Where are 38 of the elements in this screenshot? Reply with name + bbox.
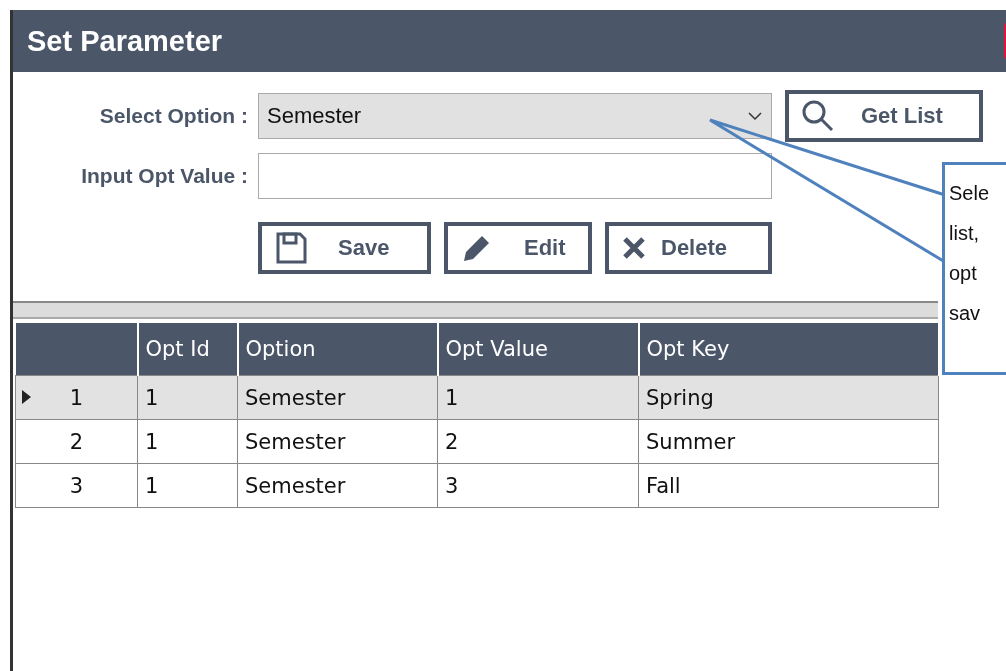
table-cell: Summer xyxy=(638,419,939,464)
table-cell: 3 xyxy=(437,463,639,508)
x-icon xyxy=(621,235,647,261)
column-header[interactable] xyxy=(15,323,138,376)
input-value-label: Input Opt Value : xyxy=(80,164,248,188)
row-number: 1 xyxy=(15,375,138,420)
column-header[interactable]: Opt Key xyxy=(638,323,939,376)
table-row[interactable]: 1 1 Semester 1 Spring xyxy=(15,375,939,420)
caret-icon xyxy=(747,111,763,121)
table-row[interactable]: 2 1 Semester 2 Summer xyxy=(15,419,939,464)
option-dropdown[interactable]: Semester xyxy=(258,93,772,139)
column-header[interactable]: Option xyxy=(237,323,438,376)
edit-button[interactable]: Edit xyxy=(444,222,592,274)
table-cell: 1 xyxy=(137,463,238,508)
row-number: 3 xyxy=(15,463,138,508)
table-cell: 1 xyxy=(137,375,238,420)
table-cell: 1 xyxy=(437,375,639,420)
callout-tooltip: Sele list, opt sav xyxy=(942,162,1006,375)
save-button[interactable]: Save xyxy=(258,222,431,274)
column-header[interactable]: Opt Id xyxy=(137,323,238,376)
window-title: Set Parameter xyxy=(27,24,223,58)
get-list-button[interactable]: Get List xyxy=(785,90,983,142)
table-row[interactable]: 3 1 Semester 3 Fall xyxy=(15,463,939,508)
select-option-label: Select Option : xyxy=(98,104,248,128)
table-cell: 2 xyxy=(437,419,639,464)
column-header[interactable]: Opt Value xyxy=(437,323,639,376)
table-cell: Semester xyxy=(237,463,438,508)
input-field[interactable] xyxy=(258,153,772,199)
splitter-bar[interactable] xyxy=(13,301,938,319)
search-icon xyxy=(801,99,835,133)
delete-button[interactable]: Delete xyxy=(605,222,772,274)
row-number: 2 xyxy=(15,419,138,464)
table-cell: Fall xyxy=(638,463,939,508)
row-pointer-icon xyxy=(22,390,31,404)
table-cell: 1 xyxy=(137,419,238,464)
table-cell: Spring xyxy=(638,375,939,420)
table-cell: Semester xyxy=(237,375,438,420)
table-cell: Semester xyxy=(237,419,438,464)
